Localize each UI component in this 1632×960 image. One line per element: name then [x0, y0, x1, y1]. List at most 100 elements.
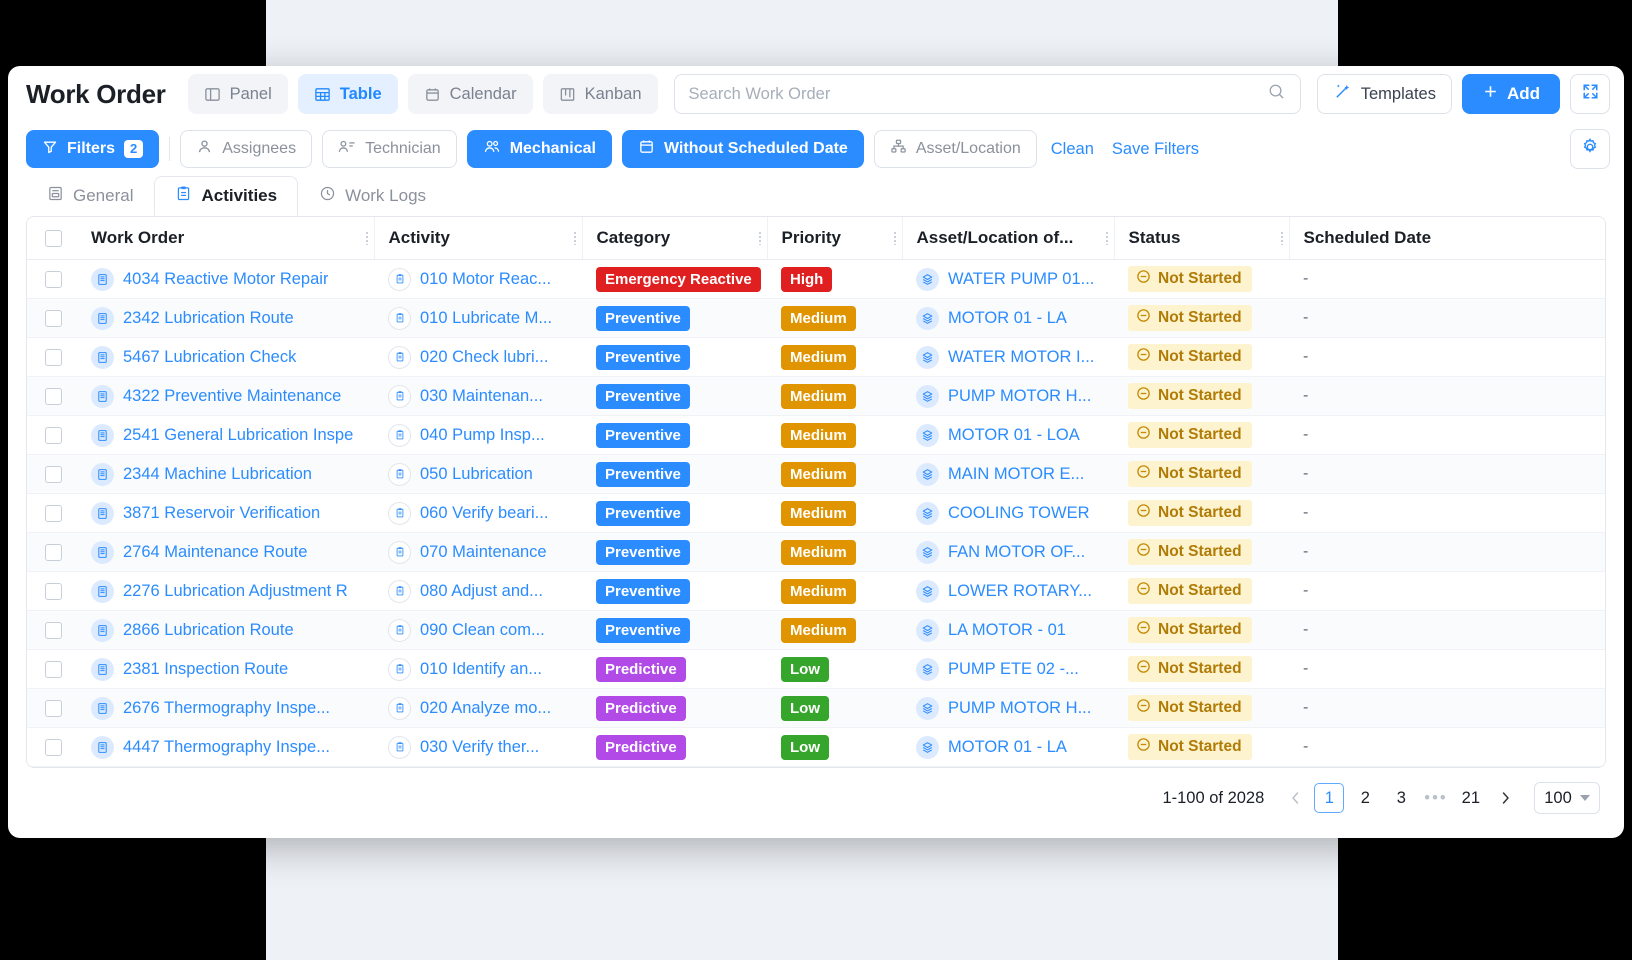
tab-general[interactable]: General [26, 176, 154, 216]
templates-button[interactable]: Templates [1317, 74, 1452, 114]
cell-work-order[interactable]: 4447 Thermography Inspe... [77, 728, 374, 767]
cell-asset-location[interactable]: WATER PUMP 01... [902, 260, 1114, 299]
search-box[interactable] [674, 74, 1301, 114]
column-resize-handle[interactable] [1101, 227, 1114, 249]
cell-activity[interactable]: 010 Motor Reac... [374, 260, 582, 299]
row-checkbox[interactable] [45, 388, 62, 405]
cell-activity[interactable]: 060 Verify beari... [374, 494, 582, 533]
column-header-scheduled-date[interactable]: Scheduled Date [1289, 217, 1605, 260]
filters-button[interactable]: Filters 2 [26, 130, 159, 168]
row-checkbox[interactable] [45, 271, 62, 288]
table-row[interactable]: 5467 Lubrication Check020 Check lubri...… [27, 338, 1605, 377]
column-header-asset-location[interactable]: Asset/Location of... [902, 217, 1114, 260]
cell-asset-location[interactable]: WATER MOTOR I... [902, 338, 1114, 377]
cell-asset-location[interactable]: MOTOR 01 - LA [902, 299, 1114, 338]
column-header-category[interactable]: Category [582, 217, 767, 260]
column-header-priority[interactable]: Priority [767, 217, 902, 260]
cell-work-order[interactable]: 2342 Lubrication Route [77, 299, 374, 338]
row-checkbox[interactable] [45, 505, 62, 522]
row-checkbox[interactable] [45, 427, 62, 444]
table-row[interactable]: 2866 Lubrication Route090 Clean com...Pr… [27, 611, 1605, 650]
pagination-page-2[interactable]: 2 [1350, 783, 1380, 813]
cell-asset-location[interactable]: PUMP MOTOR H... [902, 689, 1114, 728]
select-all-checkbox[interactable] [45, 230, 62, 247]
row-checkbox[interactable] [45, 544, 62, 561]
cell-asset-location[interactable]: LOWER ROTARY... [902, 572, 1114, 611]
pagination-page-1[interactable]: 1 [1314, 783, 1344, 813]
column-resize-handle[interactable] [889, 227, 902, 249]
cell-asset-location[interactable]: PUMP ETE 02 -... [902, 650, 1114, 689]
cell-activity[interactable]: 070 Maintenance [374, 533, 582, 572]
cell-activity[interactable]: 050 Lubrication [374, 455, 582, 494]
row-checkbox[interactable] [45, 583, 62, 600]
table-row[interactable]: 2342 Lubrication Route010 Lubricate M...… [27, 299, 1605, 338]
cell-asset-location[interactable]: MOTOR 01 - LA [902, 728, 1114, 767]
table-row[interactable]: 2541 General Lubrication Inspe040 Pump I… [27, 416, 1605, 455]
column-header-activity[interactable]: Activity [374, 217, 582, 260]
cell-work-order[interactable]: 5467 Lubrication Check [77, 338, 374, 377]
cell-activity[interactable]: 040 Pump Insp... [374, 416, 582, 455]
filter-chip-assignees[interactable]: Assignees [180, 130, 312, 168]
row-checkbox[interactable] [45, 661, 62, 678]
cell-work-order[interactable]: 4034 Reactive Motor Repair [77, 260, 374, 299]
cell-work-order[interactable]: 2866 Lubrication Route [77, 611, 374, 650]
table-row[interactable]: 4447 Thermography Inspe...030 Verify the… [27, 728, 1605, 767]
table-row[interactable]: 3871 Reservoir Verification060 Verify be… [27, 494, 1605, 533]
view-tab-calendar[interactable]: Calendar [408, 74, 533, 114]
column-header-status[interactable]: Status [1114, 217, 1289, 260]
row-checkbox[interactable] [45, 739, 62, 756]
table-row[interactable]: 2276 Lubrication Adjustment R080 Adjust … [27, 572, 1605, 611]
view-tab-table[interactable]: Table [298, 74, 398, 114]
row-checkbox[interactable] [45, 466, 62, 483]
cell-activity[interactable]: 030 Maintenan... [374, 377, 582, 416]
table-row[interactable]: 2676 Thermography Inspe...020 Analyze mo… [27, 689, 1605, 728]
cell-work-order[interactable]: 2344 Machine Lubrication [77, 455, 374, 494]
pagination-next-button[interactable] [1492, 783, 1518, 813]
cell-work-order[interactable]: 2381 Inspection Route [77, 650, 374, 689]
clean-filters-link[interactable]: Clean [1047, 140, 1098, 159]
fullscreen-button[interactable] [1570, 74, 1610, 114]
cell-asset-location[interactable]: MOTOR 01 - LOA [902, 416, 1114, 455]
view-tab-panel[interactable]: Panel [188, 74, 288, 114]
table-row[interactable]: 2344 Machine Lubrication050 LubricationP… [27, 455, 1605, 494]
row-checkbox[interactable] [45, 622, 62, 639]
cell-activity[interactable]: 020 Check lubri... [374, 338, 582, 377]
page-size-select[interactable]: 100 [1534, 782, 1600, 814]
column-header-work-order[interactable]: Work Order [77, 217, 374, 260]
save-filters-link[interactable]: Save Filters [1108, 140, 1203, 159]
pagination-prev-button[interactable] [1282, 783, 1308, 813]
add-button[interactable]: Add [1462, 74, 1560, 114]
column-resize-handle[interactable] [1276, 227, 1289, 249]
cell-activity[interactable]: 030 Verify ther... [374, 728, 582, 767]
cell-asset-location[interactable]: LA MOTOR - 01 [902, 611, 1114, 650]
cell-work-order[interactable]: 3871 Reservoir Verification [77, 494, 374, 533]
filter-chip-technician[interactable]: Technician [322, 130, 457, 168]
cell-asset-location[interactable]: COOLING TOWER [902, 494, 1114, 533]
pagination-last-page[interactable]: 21 [1456, 783, 1486, 813]
filter-chip-mechanical[interactable]: Mechanical [467, 130, 612, 168]
cell-asset-location[interactable]: MAIN MOTOR E... [902, 455, 1114, 494]
cell-work-order[interactable]: 4322 Preventive Maintenance [77, 377, 374, 416]
tab-activities[interactable]: Activities [154, 176, 298, 216]
table-row[interactable]: 2764 Maintenance Route070 MaintenancePre… [27, 533, 1605, 572]
table-row[interactable]: 2381 Inspection Route010 Identify an... P… [27, 650, 1605, 689]
tab-work-logs[interactable]: Work Logs [298, 176, 447, 216]
pagination-page-3[interactable]: 3 [1386, 783, 1416, 813]
column-resize-handle[interactable] [754, 227, 767, 249]
table-row[interactable]: 4322 Preventive Maintenance030 Maintenan… [27, 377, 1605, 416]
cell-activity[interactable]: 010 Lubricate M... [374, 299, 582, 338]
cell-work-order[interactable]: 2541 General Lubrication Inspe [77, 416, 374, 455]
cell-activity[interactable]: 080 Adjust and... [374, 572, 582, 611]
row-checkbox[interactable] [45, 310, 62, 327]
cell-activity[interactable]: 090 Clean com... [374, 611, 582, 650]
cell-work-order[interactable]: 2764 Maintenance Route [77, 533, 374, 572]
filter-chip-without-scheduled-date[interactable]: Without Scheduled Date [622, 130, 864, 168]
cell-activity[interactable]: 020 Analyze mo... [374, 689, 582, 728]
cell-work-order[interactable]: 2276 Lubrication Adjustment R [77, 572, 374, 611]
filter-chip-asset-location[interactable]: Asset/Location [874, 130, 1037, 168]
cell-activity[interactable]: 010 Identify an... [374, 650, 582, 689]
table-row[interactable]: 4034 Reactive Motor Repair010 Motor Reac… [27, 260, 1605, 299]
cell-work-order[interactable]: 2676 Thermography Inspe... [77, 689, 374, 728]
row-checkbox[interactable] [45, 349, 62, 366]
view-tab-kanban[interactable]: Kanban [543, 74, 658, 114]
